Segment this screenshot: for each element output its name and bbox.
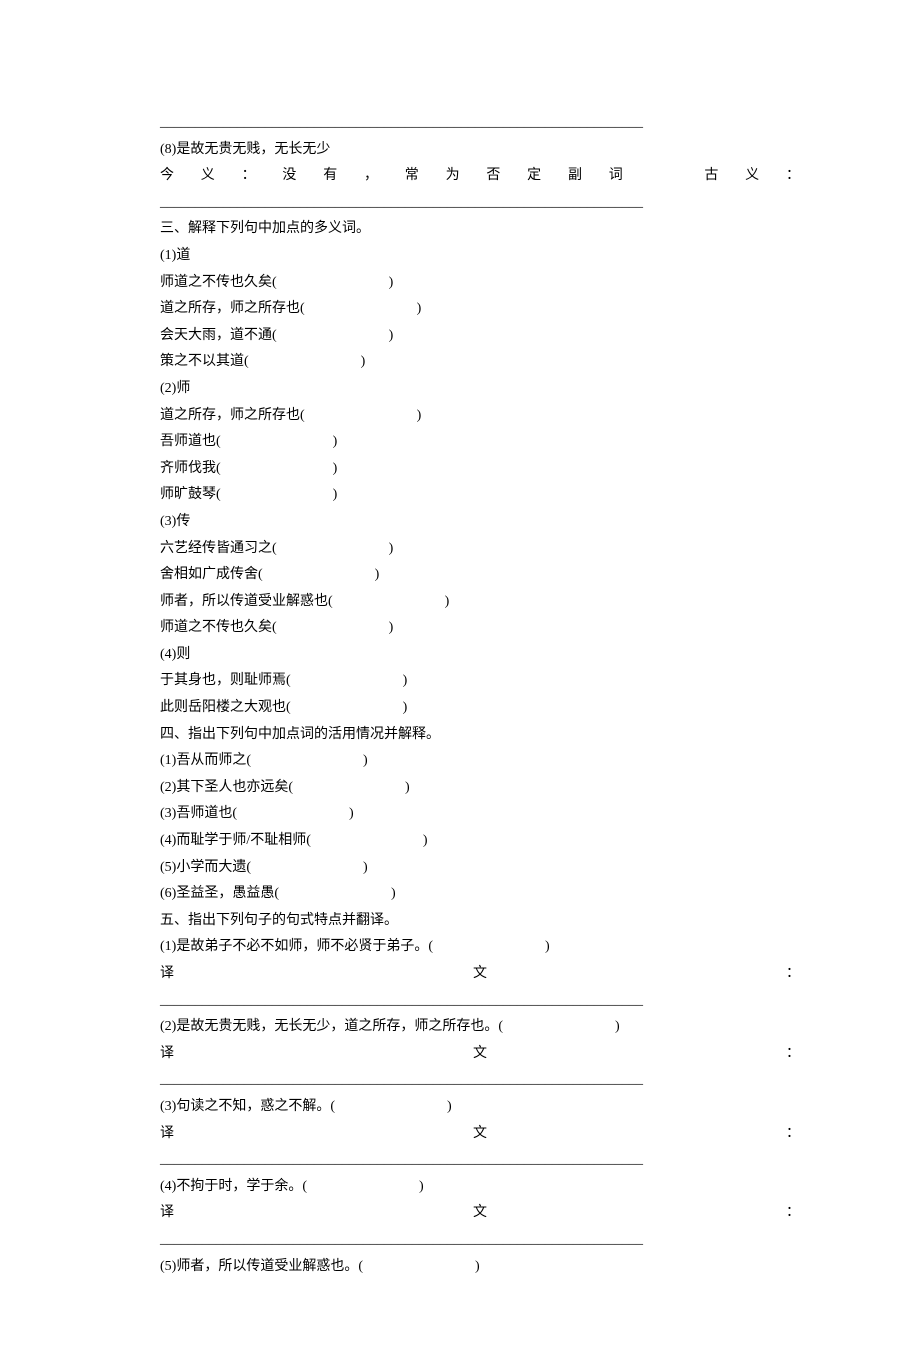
q3-label: (3)传 <box>160 509 800 536</box>
translation-label: 译 文 ： <box>160 961 800 988</box>
q4-label: (4)则 <box>160 642 800 669</box>
s4-line: (6)圣益圣，愚益愚( ) <box>160 881 800 908</box>
t: 副 <box>568 163 582 190</box>
wen: 文 <box>473 961 487 988</box>
t: 没 <box>282 163 296 190</box>
rule-line: ________________________________________… <box>160 1227 800 1254</box>
rule-line: ________________________________________… <box>160 1147 800 1174</box>
wen: 文 <box>473 1121 487 1148</box>
translation-label: 译 文 ： <box>160 1121 800 1148</box>
s5-q5-line: (5)师者，所以传道受业解惑也。( ) <box>160 1254 800 1281</box>
yi: 译 <box>160 1121 174 1148</box>
q1-label: (1)道 <box>160 243 800 270</box>
translation-label: 译 文 ： <box>160 1041 800 1068</box>
yi: 译 <box>160 1041 174 1068</box>
colon: ： <box>786 1121 800 1148</box>
t: ： <box>786 163 800 190</box>
colon: ： <box>786 1200 800 1227</box>
t: 义 <box>745 163 759 190</box>
q1-line: 道之所存，师之所存也( ) <box>160 296 800 323</box>
s5-q3-line: (3)句读之不知，惑之不解。( ) <box>160 1094 800 1121</box>
q3-line: 师道之不传也久矣( ) <box>160 615 800 642</box>
item-8-title: (8)是故无贵无贱，无长无少 <box>160 137 800 164</box>
t: 有 <box>323 163 337 190</box>
translation-label: 译 文 ： <box>160 1200 800 1227</box>
s4-line: (3)吾师道也( ) <box>160 801 800 828</box>
q1-line: 师道之不传也久矣( ) <box>160 270 800 297</box>
colon: ： <box>786 1041 800 1068</box>
wen: 文 <box>473 1041 487 1068</box>
section-4-header: 四、指出下列句中加点词的活用情况并解释。 <box>160 722 800 749</box>
q2-line: 道之所存，师之所存也( ) <box>160 403 800 430</box>
t: 词 <box>609 163 623 190</box>
q1-line: 策之不以其道( ) <box>160 349 800 376</box>
colon: ： <box>786 961 800 988</box>
q1-line: 会天大雨，道不通( ) <box>160 323 800 350</box>
q4-line: 此则岳阳楼之大观也( ) <box>160 695 800 722</box>
q3-line: 六艺经传皆通习之( ) <box>160 536 800 563</box>
t: 否 <box>486 163 500 190</box>
t: 定 <box>527 163 541 190</box>
rule-line: ________________________________________… <box>160 190 800 217</box>
q2-line: 吾师道也( ) <box>160 429 800 456</box>
q3-line: 舍相如广成传舍( ) <box>160 562 800 589</box>
s4-line: (2)其下圣人也亦远矣( ) <box>160 775 800 802</box>
t: 今 <box>160 163 174 190</box>
s5-q2-line: (2)是故无贵无贱，无长无少，道之所存，师之所存也。( ) <box>160 1014 800 1041</box>
q2-label: (2)师 <box>160 376 800 403</box>
t: 常 <box>405 163 419 190</box>
s5-q4-line: (4)不拘于时，学于余。( ) <box>160 1174 800 1201</box>
t: 为 <box>446 163 460 190</box>
section-3-header: 三、解释下列句中加点的多义词。 <box>160 216 800 243</box>
q3-line: 师者，所以传道受业解惑也( ) <box>160 589 800 616</box>
s4-line: (1)吾从而师之( ) <box>160 748 800 775</box>
wen: 文 <box>473 1200 487 1227</box>
yi: 译 <box>160 961 174 988</box>
t: 古 <box>704 163 718 190</box>
rule-line: ________________________________________… <box>160 988 800 1015</box>
item-8-note: 今 义 ： 没 有 ， 常 为 否 定 副 词 古 义 ： <box>160 163 800 190</box>
rule-line: ________________________________________… <box>160 1067 800 1094</box>
s5-q1-line: (1)是故弟子不必不如师，师不必贤于弟子。( ) <box>160 934 800 961</box>
s4-line: (5)小学而大遗( ) <box>160 855 800 882</box>
q2-line: 师旷鼓琴( ) <box>160 482 800 509</box>
section-5-header: 五、指出下列句子的句式特点并翻译。 <box>160 908 800 935</box>
gap <box>650 163 678 190</box>
yi: 译 <box>160 1200 174 1227</box>
t: 义 <box>201 163 215 190</box>
q2-line: 齐师伐我( ) <box>160 456 800 483</box>
t: ： <box>242 163 256 190</box>
q4-line: 于其身也，则耻师焉( ) <box>160 668 800 695</box>
t: ， <box>364 163 378 190</box>
rule-line: ________________________________________… <box>160 110 800 137</box>
s4-line: (4)而耻学于师/不耻相师( ) <box>160 828 800 855</box>
